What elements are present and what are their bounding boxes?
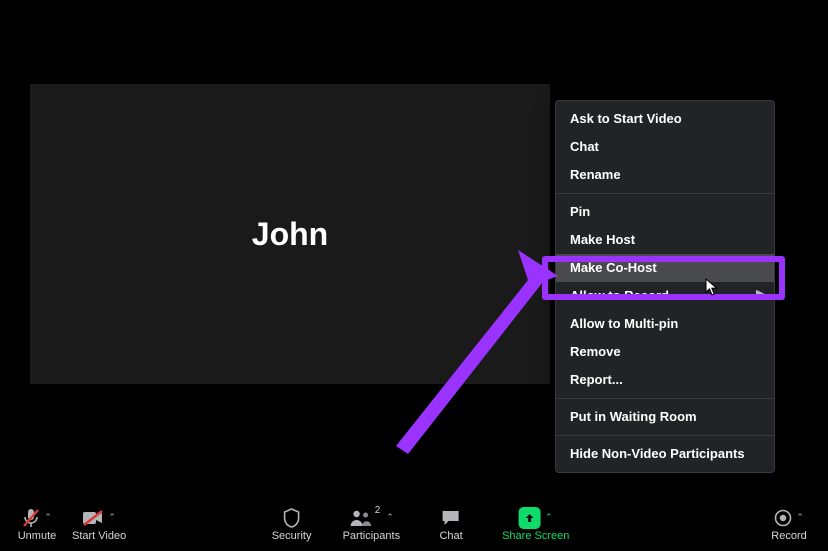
security-button[interactable]: Security bbox=[271, 507, 313, 542]
shield-icon bbox=[283, 508, 301, 528]
video-off-icon bbox=[82, 510, 104, 526]
start-video-label: Start Video bbox=[72, 531, 126, 542]
menu-report[interactable]: Report... bbox=[556, 366, 774, 394]
chat-label: Chat bbox=[439, 531, 462, 542]
record-label: Record bbox=[771, 531, 806, 542]
menu-make-co-host[interactable]: Make Co-Host bbox=[556, 254, 774, 282]
participant-video-tile[interactable]: John bbox=[30, 84, 550, 384]
unmute-label: Unmute bbox=[18, 531, 57, 542]
menu-rename[interactable]: Rename bbox=[556, 161, 774, 189]
menu-allow-record-label: Allow to Record bbox=[570, 288, 669, 303]
security-label: Security bbox=[272, 531, 312, 542]
share-screen-label: Share Screen bbox=[502, 531, 569, 542]
menu-allow-record[interactable]: Allow to Record ▶ bbox=[556, 282, 774, 310]
participants-label: Participants bbox=[343, 531, 400, 542]
start-video-button[interactable]: ⌃ Start Video bbox=[72, 507, 126, 542]
meeting-toolbar: ⌃ Unmute ⌃ Start Video Security bbox=[0, 497, 828, 551]
share-screen-button[interactable]: ⌃ Share Screen bbox=[502, 507, 569, 542]
chat-button[interactable]: Chat bbox=[430, 507, 472, 542]
menu-separator bbox=[556, 435, 774, 436]
participants-icon bbox=[349, 509, 373, 527]
unmute-button[interactable]: ⌃ Unmute bbox=[16, 507, 58, 542]
menu-chat[interactable]: Chat bbox=[556, 133, 774, 161]
menu-make-host[interactable]: Make Host bbox=[556, 226, 774, 254]
menu-hide-non-video[interactable]: Hide Non-Video Participants bbox=[556, 440, 774, 468]
menu-put-waiting-room[interactable]: Put in Waiting Room bbox=[556, 403, 774, 431]
share-screen-icon bbox=[519, 507, 541, 529]
participants-count: 2 bbox=[375, 505, 381, 516]
record-button[interactable]: ⌃ Record bbox=[768, 507, 810, 542]
record-icon bbox=[774, 509, 792, 527]
menu-ask-start-video[interactable]: Ask to Start Video bbox=[556, 105, 774, 133]
participant-context-menu: Ask to Start Video Chat Rename Pin Make … bbox=[555, 100, 775, 473]
chevron-up-icon[interactable]: ⌃ bbox=[386, 512, 394, 524]
chevron-up-icon[interactable]: ⌃ bbox=[44, 512, 52, 524]
participants-button[interactable]: 2 ⌃ Participants bbox=[343, 507, 400, 542]
chevron-up-icon[interactable]: ⌃ bbox=[108, 512, 116, 524]
menu-separator bbox=[556, 193, 774, 194]
chat-icon bbox=[441, 509, 461, 527]
menu-separator bbox=[556, 398, 774, 399]
chevron-up-icon[interactable]: ⌃ bbox=[545, 512, 553, 524]
microphone-muted-icon bbox=[22, 508, 40, 528]
chevron-up-icon[interactable]: ⌃ bbox=[796, 512, 804, 524]
menu-remove[interactable]: Remove bbox=[556, 338, 774, 366]
menu-allow-multipin[interactable]: Allow to Multi-pin bbox=[556, 310, 774, 338]
participant-name: John bbox=[252, 216, 328, 253]
menu-pin[interactable]: Pin bbox=[556, 198, 774, 226]
chevron-right-icon: ▶ bbox=[756, 281, 764, 309]
